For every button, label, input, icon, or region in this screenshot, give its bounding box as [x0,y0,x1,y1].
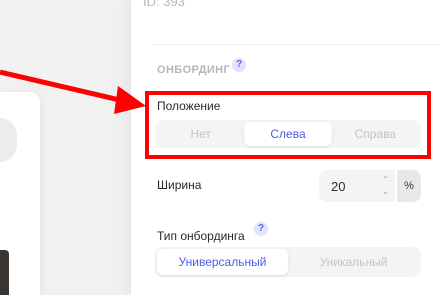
type-option-universal[interactable]: Универсальный [157,249,288,275]
width-field: 20 ⌃ ⌄ % [319,170,421,202]
stepper-down-icon[interactable]: ⌄ [382,188,389,196]
width-input[interactable]: 20 ⌃ ⌄ [319,170,395,202]
help-icon[interactable]: ? [232,58,246,72]
onboarding-type-label: Тип онбординга [157,229,245,243]
annotation-arrow [0,69,146,114]
width-label: Ширина [157,178,202,192]
width-value: 20 [331,179,346,194]
type-option-unique[interactable]: Уникальный [288,249,419,275]
section-title: ОНБОРДИНГ [157,64,231,76]
help-icon[interactable]: ? [254,222,268,236]
onboarding-type-segmented-control: Универсальный Уникальный [155,247,421,277]
width-unit-selector[interactable]: % [397,170,421,202]
divider [153,44,439,45]
preview-image [0,250,9,295]
stepper-up-icon[interactable]: ⌃ [382,176,389,184]
highlight-box [145,91,431,159]
